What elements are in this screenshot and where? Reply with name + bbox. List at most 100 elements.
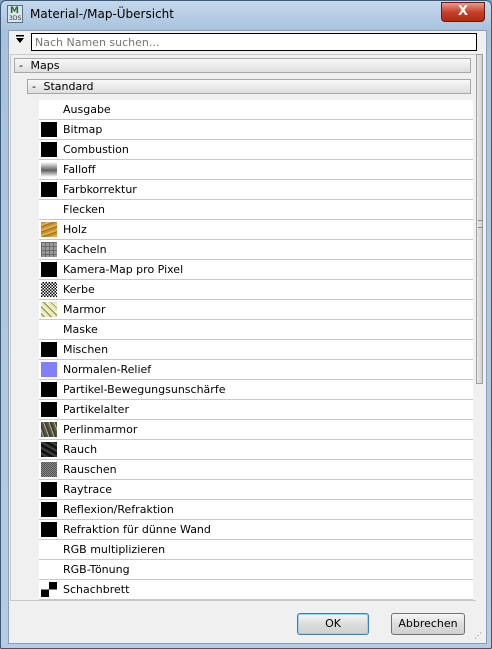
map-name: Normalen-Relief: [63, 363, 152, 376]
map-name: Marmor: [63, 303, 106, 316]
smoke-swatch-icon: [41, 442, 57, 457]
list-item[interactable]: Normalen-Relief: [39, 360, 473, 380]
group-header-standard[interactable]: - Standard: [27, 79, 471, 94]
black-swatch-icon: [41, 522, 57, 537]
marble-swatch-icon: [41, 302, 57, 317]
list-item[interactable]: Partikelalter: [39, 400, 473, 420]
black-swatch-icon: [41, 342, 57, 357]
group-label-maps: Maps: [30, 59, 60, 72]
group-header-maps[interactable]: - Maps: [14, 58, 471, 73]
black-swatch-icon: [41, 382, 57, 397]
list-item[interactable]: Flecken: [39, 200, 473, 220]
list-item[interactable]: Maske: [39, 320, 473, 340]
list-item[interactable]: Rauch: [39, 440, 473, 460]
black-swatch-icon: [41, 262, 57, 277]
perlin-swatch-icon: [41, 422, 57, 437]
collapse-standard-icon[interactable]: -: [28, 80, 40, 93]
list-item[interactable]: Kerbe: [39, 280, 473, 300]
map-name: Rauch: [63, 443, 98, 456]
map-name: Farbkorrektur: [63, 183, 137, 196]
map-list: Ausgabe Bitmap Combustion Falloff Farbko…: [39, 100, 473, 600]
checker-swatch-icon: [41, 582, 57, 597]
map-name: Falloff: [63, 163, 96, 176]
filter-dropdown-icon[interactable]: [12, 34, 28, 50]
list-item[interactable]: Ausgabe: [39, 100, 473, 120]
map-name: RGB multiplizieren: [63, 543, 166, 556]
map-name: Ausgabe: [63, 103, 111, 116]
triangle-down-icon: [16, 35, 24, 43]
map-name: Refraktion für dünne Wand: [63, 523, 211, 536]
map-name: Kerbe: [63, 283, 95, 296]
list-item[interactable]: Combustion: [39, 140, 473, 160]
map-name: Partikel-Bewegungsunschärfe: [63, 383, 226, 396]
map-name: Maske: [63, 323, 98, 336]
list-item[interactable]: RGB-Tönung: [39, 560, 473, 580]
list-item[interactable]: Schachbrett: [39, 580, 473, 600]
map-name: Bitmap: [63, 123, 103, 136]
list-item[interactable]: Perlinmarmor: [39, 420, 473, 440]
list-item[interactable]: Raytrace: [39, 480, 473, 500]
map-name: RGB-Tönung: [63, 563, 130, 576]
window-title: Material-/Map-Übersicht: [30, 7, 174, 21]
list-item[interactable]: Reflexion/Refraktion: [39, 500, 473, 520]
black-swatch-icon: [41, 182, 57, 197]
list-item[interactable]: Holz: [39, 220, 473, 240]
white-swatch-icon: [41, 562, 57, 577]
normal-swatch-icon: [41, 362, 57, 377]
material-map-browser-panel: - Maps - Standard Ausgabe Bitmap Combust…: [10, 54, 484, 601]
vertical-scrollbar[interactable]: [476, 54, 484, 601]
list-item[interactable]: Farbkorrektur: [39, 180, 473, 200]
map-name: Combustion: [63, 143, 129, 156]
map-name: Kacheln: [63, 243, 107, 256]
list-item[interactable]: Bitmap: [39, 120, 473, 140]
map-name: Flecken: [63, 203, 105, 216]
map-name: Kamera-Map pro Pixel: [63, 263, 184, 276]
map-name: Partikelalter: [63, 403, 129, 416]
list-item[interactable]: Partikel-Bewegungsunschärfe: [39, 380, 473, 400]
resize-grip-icon[interactable]: ⋰: [474, 631, 484, 641]
title-bar[interactable]: M 3DS Material-/Map-Übersicht X: [1, 1, 491, 27]
map-name: Perlinmarmor: [63, 423, 138, 436]
scroll-grip-icon: [478, 220, 483, 228]
scrollbar-thumb[interactable]: [476, 54, 483, 384]
map-name: Raytrace: [63, 483, 113, 496]
list-item[interactable]: Refraktion für dünne Wand: [39, 520, 473, 540]
white-swatch-icon: [41, 102, 57, 117]
map-name: Holz: [63, 223, 87, 236]
dialog-content: - Maps - Standard Ausgabe Bitmap Combust…: [8, 30, 487, 644]
list-item[interactable]: Falloff: [39, 160, 473, 180]
map-name: Schachbrett: [63, 583, 130, 596]
collapse-maps-icon[interactable]: -: [15, 59, 27, 72]
close-button[interactable]: X: [441, 2, 485, 22]
noise-swatch-icon: [41, 462, 57, 477]
dialog-window: M 3DS Material-/Map-Übersicht X - Maps -…: [0, 0, 492, 649]
cancel-button[interactable]: Abbrechen: [391, 613, 465, 635]
black-swatch-icon: [41, 502, 57, 517]
map-name: Mischen: [63, 343, 109, 356]
app-logo-icon: M 3DS: [7, 5, 23, 23]
black-swatch-icon: [41, 142, 57, 157]
list-item[interactable]: Kamera-Map pro Pixel: [39, 260, 473, 280]
dent-swatch-icon: [41, 282, 57, 297]
app-logo-subtext: 3DS: [9, 15, 22, 22]
search-input[interactable]: [31, 33, 477, 51]
tiles-swatch-icon: [41, 242, 57, 257]
list-item[interactable]: RGB multiplizieren: [39, 540, 473, 560]
list-item[interactable]: Marmor: [39, 300, 473, 320]
ok-button[interactable]: OK: [297, 613, 369, 635]
white-swatch-icon: [41, 322, 57, 337]
map-name: Rauschen: [63, 463, 117, 476]
search-bar: [11, 33, 483, 52]
black-swatch-icon: [41, 482, 57, 497]
list-item[interactable]: Rauschen: [39, 460, 473, 480]
falloff-swatch-icon: [41, 162, 57, 177]
group-label-standard: Standard: [43, 80, 94, 93]
list-item[interactable]: Mischen: [39, 340, 473, 360]
white-swatch-icon: [41, 202, 57, 217]
black-swatch-icon: [41, 122, 57, 137]
wood-swatch-icon: [41, 222, 57, 237]
list-item[interactable]: Kacheln: [39, 240, 473, 260]
map-name: Reflexion/Refraktion: [63, 503, 174, 516]
black-swatch-icon: [41, 402, 57, 417]
white-swatch-icon: [41, 542, 57, 557]
